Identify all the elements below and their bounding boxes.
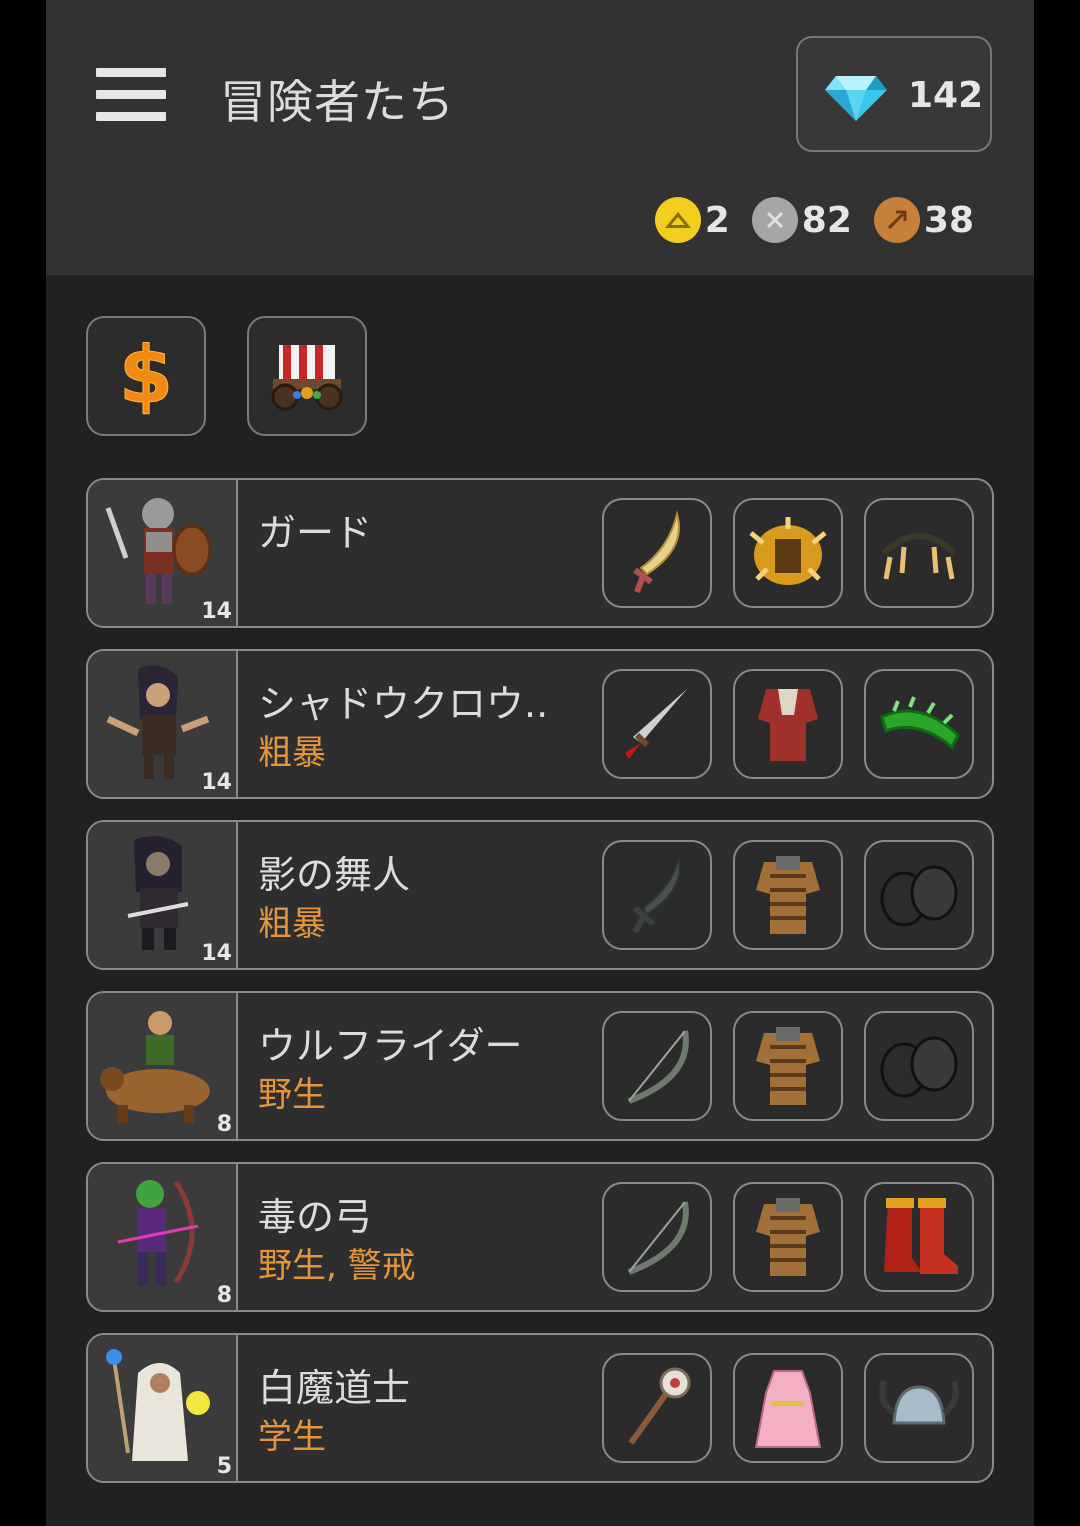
gold-currency: 2 <box>654 197 730 243</box>
adventurer-trait: 粗暴 <box>258 733 326 773</box>
leather-armor-icon <box>756 1027 820 1105</box>
shadow-dancer-portrait-icon <box>127 836 189 950</box>
adventurer-level: 8 <box>216 1112 232 1137</box>
adventurer-name: ウルフライダー <box>258 1024 523 1068</box>
adventurer-portrait: 5 <box>88 1335 238 1481</box>
adventurer-name: シャドウクロウ.. <box>258 682 549 726</box>
guard-portrait-icon <box>105 498 212 604</box>
adventurer-level: 14 <box>201 941 232 966</box>
weapon-slot[interactable] <box>602 498 712 608</box>
silver-coin-icon <box>751 197 798 243</box>
adventurer-portrait: 8 <box>88 993 238 1139</box>
shop-button[interactable]: $ <box>86 316 206 436</box>
adventurer-level: 8 <box>216 1283 232 1308</box>
weapon-slot[interactable] <box>602 1011 712 1121</box>
dark-gauntlets-icon <box>880 1036 958 1098</box>
weapon-slot[interactable] <box>602 1353 712 1463</box>
weapon-slot[interactable] <box>602 669 712 779</box>
green-gloves-icon <box>880 696 960 750</box>
adventurer-trait: 粗暴 <box>258 904 326 944</box>
weapon-slot[interactable] <box>602 840 712 950</box>
bow-icon <box>627 1030 689 1104</box>
dollar-icon: $ <box>118 336 173 416</box>
shadowclaw-portrait-icon <box>106 665 210 779</box>
leather-armor-icon <box>756 1198 820 1276</box>
adventurer-name: 白魔道士 <box>258 1366 411 1410</box>
pink-dress-icon <box>754 1370 822 1448</box>
poison-bow-portrait-icon <box>117 1180 199 1286</box>
diamond-icon <box>825 76 887 121</box>
bow-icon <box>627 1201 689 1275</box>
accessory-slot[interactable] <box>864 840 974 950</box>
app-screen: 冒険者たち 142 2 82 38 $ 14 ガード 14 シャドウクロウ.. … <box>46 0 1034 1526</box>
adventurer-row[interactable]: 14 影の舞人 粗暴 <box>86 820 994 970</box>
wagon-icon <box>271 345 343 411</box>
adventurer-name: ガード <box>258 511 373 555</box>
adventurer-trait: 学生 <box>258 1417 326 1457</box>
bronze-currency: 38 <box>873 197 974 243</box>
caravan-button[interactable] <box>247 316 367 436</box>
accessory-slot[interactable] <box>864 498 974 608</box>
white-mage-portrait-icon <box>106 1349 210 1461</box>
bronze-coin-icon <box>873 197 920 243</box>
adventurer-row[interactable]: 5 白魔道士 学生 <box>86 1333 994 1483</box>
adventurer-trait: 野生 <box>258 1075 326 1115</box>
gem-balance-button[interactable]: 142 <box>796 36 992 152</box>
wolf-rider-portrait-icon <box>100 1011 210 1123</box>
hamburger-menu-icon[interactable] <box>96 68 166 122</box>
armor-slot[interactable] <box>733 1011 843 1121</box>
spiked-armor-icon <box>749 517 827 585</box>
adventurer-portrait: 14 <box>88 480 238 626</box>
adventurer-row[interactable]: 8 毒の弓 野生, 警戒 <box>86 1162 994 1312</box>
dark-gauntlets-icon <box>880 865 958 927</box>
adventurer-row[interactable]: 14 ガード <box>86 478 994 628</box>
armor-slot[interactable] <box>733 1182 843 1292</box>
silver-count: 82 <box>801 199 852 241</box>
svg-text:$: $ <box>119 336 173 416</box>
adventurer-level: 14 <box>201 599 232 624</box>
staff-icon <box>628 1367 691 1445</box>
silver-currency: 82 <box>751 197 852 243</box>
bronze-count: 38 <box>923 199 974 241</box>
accessory-slot[interactable] <box>864 1182 974 1292</box>
accessory-slot[interactable] <box>864 669 974 779</box>
horned-helmet-icon <box>879 1380 959 1425</box>
gold-coin-icon <box>654 197 701 243</box>
weapon-slot[interactable] <box>602 1182 712 1292</box>
red-boots-icon <box>884 1198 958 1274</box>
adventurer-level: 14 <box>201 770 232 795</box>
armor-slot[interactable] <box>733 669 843 779</box>
accessory-slot[interactable] <box>864 1353 974 1463</box>
scimitar-icon <box>633 510 680 594</box>
red-armor-icon <box>758 689 818 761</box>
adventurer-trait: 野生, 警戒 <box>258 1246 416 1286</box>
adventurer-row[interactable]: 8 ウルフライダー 野生 <box>86 991 994 1141</box>
adventurer-portrait: 14 <box>88 651 238 797</box>
claw-gloves-icon <box>881 533 957 580</box>
header: 冒険者たち 142 2 82 38 <box>46 0 1034 275</box>
bloody-dagger-icon <box>625 689 687 759</box>
adventurer-level: 5 <box>216 1454 232 1479</box>
gem-count: 142 <box>908 75 984 116</box>
adventurer-portrait: 8 <box>88 1164 238 1310</box>
leather-armor-icon <box>756 856 820 934</box>
armor-slot[interactable] <box>733 840 843 950</box>
page-title: 冒険者たち <box>220 75 455 129</box>
adventurer-name: 毒の弓 <box>258 1195 373 1239</box>
adventurer-portrait: 14 <box>88 822 238 968</box>
armor-slot[interactable] <box>733 1353 843 1463</box>
dark-sword-icon <box>632 857 681 934</box>
adventurer-name: 影の舞人 <box>258 853 411 897</box>
armor-slot[interactable] <box>733 498 843 608</box>
adventurer-row[interactable]: 14 シャドウクロウ.. 粗暴 <box>86 649 994 799</box>
gold-count: 2 <box>704 199 730 241</box>
currency-bar: 2 82 38 <box>633 196 974 244</box>
accessory-slot[interactable] <box>864 1011 974 1121</box>
